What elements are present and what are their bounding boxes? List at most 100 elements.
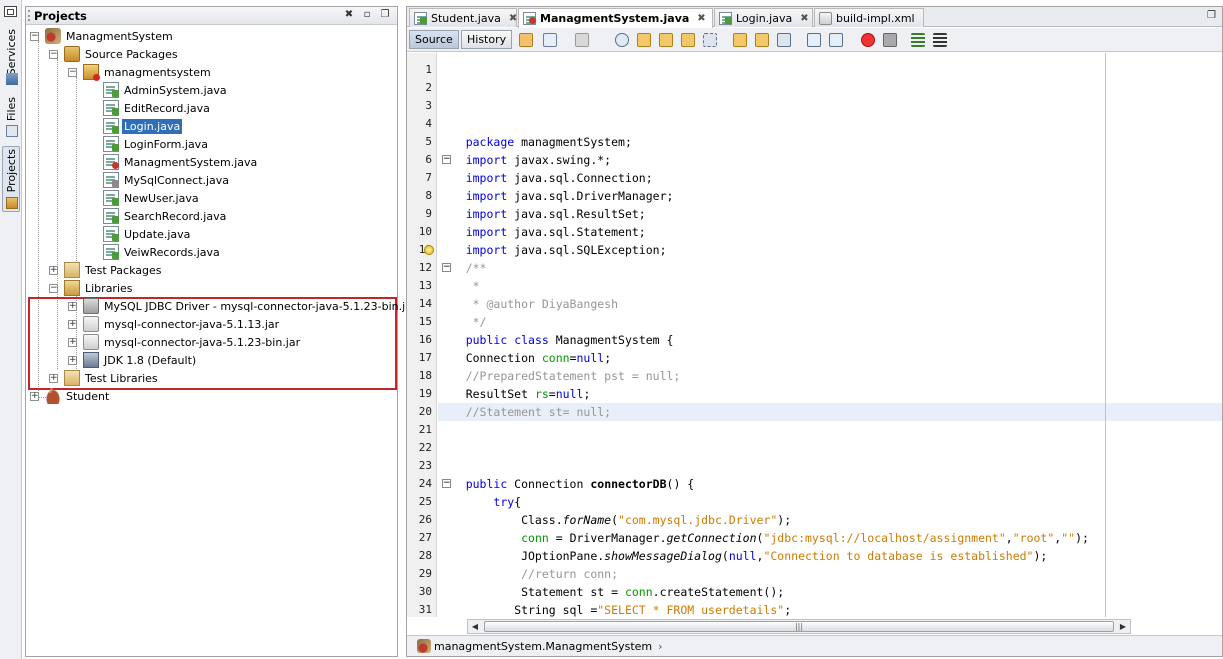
tree-item-libraries[interactable]: − Libraries	[49, 279, 135, 297]
close-tab-icon[interactable]: ✖	[509, 13, 517, 24]
tab-files[interactable]: Files	[2, 94, 20, 140]
stop-macro-icon[interactable]	[883, 33, 897, 47]
collapse-toggle-icon[interactable]: −	[49, 283, 58, 293]
tree-item-mysqlconnect-java[interactable]: MySqlConnect.java	[103, 171, 231, 189]
tree-item-loginform-java[interactable]: LoginForm.java	[103, 135, 210, 153]
history-button[interactable]: History	[461, 30, 513, 49]
restore-editor-icon[interactable]: ❐	[1207, 10, 1216, 21]
forward-icon[interactable]	[575, 33, 589, 47]
tree-item-login-java[interactable]: Login.java	[103, 117, 183, 135]
line-number: 2	[425, 81, 432, 94]
line-number: 29	[418, 567, 432, 580]
tree-item-searchrecord-java[interactable]: SearchRecord.java	[103, 207, 228, 225]
tree-item-student-project[interactable]: + Student	[30, 387, 111, 405]
collapse-toggle-icon[interactable]: −	[68, 67, 77, 77]
minimize-icon[interactable]: ▫	[361, 9, 373, 21]
tree-item-jdk[interactable]: + JDK 1.8 (Default)	[68, 351, 198, 369]
java-file-icon	[103, 118, 119, 134]
back-icon[interactable]	[543, 33, 557, 47]
line-number: 19	[418, 387, 432, 400]
source-button[interactable]: Source	[409, 30, 459, 49]
shift-right-icon[interactable]	[829, 33, 843, 47]
shift-left-icon[interactable]	[807, 33, 821, 47]
restore-window-icon[interactable]	[4, 6, 17, 17]
tree-item-mysql-jdbc-driver[interactable]: + MySQL JDBC Driver - mysql-connector-ja…	[68, 297, 418, 315]
tab-projects[interactable]: Projects	[2, 146, 20, 212]
scroll-left-icon[interactable]: ◀	[469, 621, 481, 632]
tab-login-java[interactable]: Login.java ✖	[714, 8, 813, 27]
last-edit-icon[interactable]	[519, 33, 533, 47]
chevron-right-icon[interactable]: ›	[658, 640, 662, 653]
files-icon	[6, 125, 18, 137]
expand-toggle-icon[interactable]: +	[30, 391, 39, 401]
tab-managmentsystem-java[interactable]: ManagmentSystem.java ✖	[518, 8, 713, 28]
tree-item-managmentsystem-project[interactable]: − ManagmentSystem	[30, 27, 175, 45]
tree-item-managmentsystem-java[interactable]: ManagmentSystem.java	[103, 153, 259, 171]
previous-bookmark-icon[interactable]	[733, 33, 747, 47]
find-selection-icon[interactable]	[681, 33, 695, 47]
collapse-toggle-icon[interactable]: −	[30, 31, 39, 41]
navigator-path[interactable]: managmentSystem.ManagmentSystem	[434, 640, 652, 653]
toggle-bookmark-icon[interactable]	[777, 33, 791, 47]
tree-item-adminsystem-java[interactable]: AdminSystem.java	[103, 81, 229, 99]
tree-item-mysql-connector-5-1-13[interactable]: + mysql-connector-java-5.1.13.jar	[68, 315, 281, 333]
toggle-highlight-icon[interactable]	[703, 33, 717, 47]
xml-file-icon	[819, 11, 832, 25]
tab-build-impl-xml[interactable]: build-impl.xml	[814, 8, 924, 27]
lightbulb-hint-icon[interactable]	[424, 245, 434, 255]
expand-toggle-icon[interactable]: +	[49, 373, 58, 383]
jar-icon	[83, 316, 99, 332]
projects-panel-title: Projects	[34, 9, 87, 23]
tab-student-java[interactable]: Student.java ✖	[409, 8, 517, 27]
projects-panel-header: Projects ✖ ▫ ❐	[26, 7, 397, 25]
drag-grip-icon[interactable]	[28, 10, 31, 21]
start-macro-icon[interactable]	[861, 33, 875, 47]
line-number: 3	[425, 99, 432, 112]
scroll-right-icon[interactable]: ▶	[1117, 621, 1129, 632]
close-icon[interactable]: ✖	[343, 9, 355, 21]
find-icon[interactable]	[615, 33, 629, 47]
tree-item-source-packages[interactable]: − Source Packages	[49, 45, 180, 63]
line-number: 21	[418, 423, 432, 436]
horizontal-scrollbar[interactable]: ◀ ||| ▶	[467, 619, 1131, 634]
close-tab-icon[interactable]: ✖	[800, 13, 808, 24]
class-icon	[417, 639, 431, 653]
next-bookmark-icon[interactable]	[755, 33, 769, 47]
line-number: 12	[418, 261, 432, 274]
tree-item-test-libraries[interactable]: + Test Libraries	[49, 369, 160, 387]
tab-services[interactable]: Services	[2, 26, 20, 86]
tree-item-test-packages[interactable]: + Test Packages	[49, 261, 163, 279]
scrollbar-thumb[interactable]: |||	[484, 621, 1114, 632]
line-number: 6	[425, 153, 432, 166]
find-previous-icon[interactable]	[637, 33, 651, 47]
expand-toggle-icon[interactable]: +	[68, 355, 77, 365]
test-packages-icon	[64, 262, 80, 278]
editor-pane: Student.java ✖ ManagmentSystem.java ✖ Lo…	[406, 6, 1223, 657]
restore-icon[interactable]: ❐	[379, 9, 391, 21]
expand-toggle-icon[interactable]: +	[68, 319, 77, 329]
comment-icon[interactable]	[911, 33, 925, 47]
java-file-icon	[103, 190, 119, 206]
fold-toggle-icon[interactable]: −	[442, 155, 451, 164]
tree-item-newuser-java[interactable]: NewUser.java	[103, 189, 201, 207]
expand-toggle-icon[interactable]: +	[68, 301, 77, 311]
tree-item-mysql-connector-5-1-23[interactable]: + mysql-connector-java-5.1.23-bin.jar	[68, 333, 302, 351]
jar-icon	[83, 334, 99, 350]
java-file-icon	[414, 11, 427, 25]
tree-item-editrecord-java[interactable]: EditRecord.java	[103, 99, 212, 117]
expand-toggle-icon[interactable]: +	[68, 337, 77, 347]
java-file-icon	[103, 208, 119, 224]
expand-toggle-icon[interactable]: +	[49, 265, 58, 275]
fold-toggle-icon[interactable]: −	[442, 263, 451, 272]
tree-item-managmentsystem-package[interactable]: − managmentsystem	[68, 63, 213, 81]
close-tab-icon[interactable]: ✖	[697, 13, 705, 24]
line-number: 10	[418, 225, 432, 238]
tree-item-update-java[interactable]: Update.java	[103, 225, 192, 243]
uncomment-icon[interactable]	[933, 33, 947, 47]
fold-toggle-icon[interactable]: −	[442, 479, 451, 488]
find-next-icon[interactable]	[659, 33, 673, 47]
collapse-toggle-icon[interactable]: −	[49, 49, 58, 59]
line-number-gutter: 1234567891011121314151617181920212223242…	[407, 53, 437, 617]
tree-item-veiwrecords-java[interactable]: VeiwRecords.java	[103, 243, 222, 261]
source-packages-icon	[64, 46, 80, 62]
